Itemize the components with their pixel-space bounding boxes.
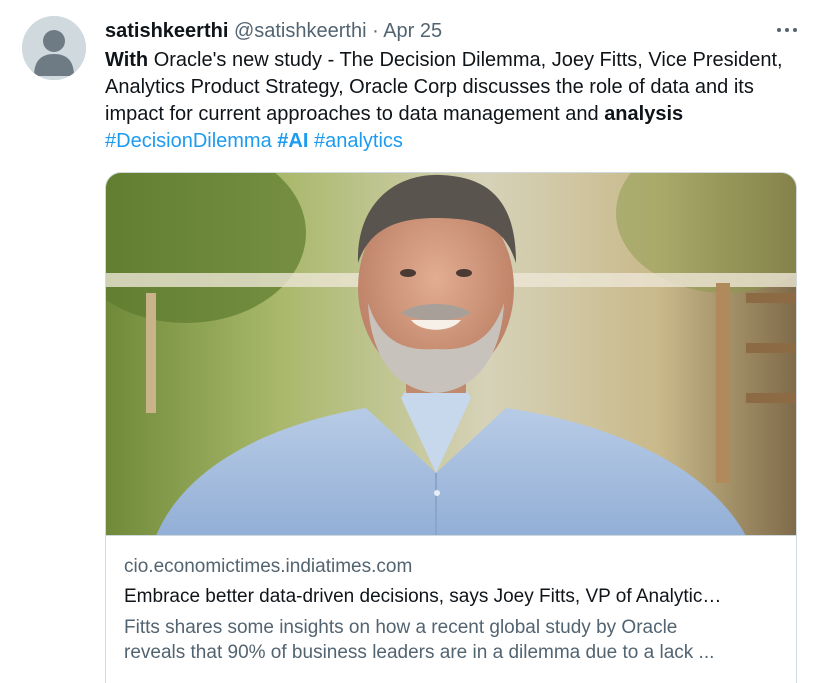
default-avatar-icon [22, 16, 86, 80]
more-options-button[interactable] [773, 18, 801, 42]
tweet-text-bold-lead: With [105, 49, 149, 71]
hashtag-analytics[interactable]: #analytics [314, 130, 403, 152]
tweet-header: satishkeerthi @satishkeerthi · Apr 25 [105, 19, 442, 43]
tweet-text-bold-tail: analysis [604, 103, 684, 125]
card-description-line: Fitts shares some insights on how a rece… [124, 617, 678, 638]
card-description-line: reveals that 90% of business leaders are… [124, 642, 715, 663]
separator-dot: · [372, 20, 379, 42]
card-image[interactable] [106, 173, 796, 536]
user-handle[interactable]: @satishkeerthi [234, 20, 367, 42]
tweet-text: With Oracle's new study - The Decision D… [105, 47, 805, 155]
display-name[interactable]: satishkeerthi [105, 20, 228, 42]
portrait-photo [106, 173, 796, 535]
hashtag-ai[interactable]: #AI [277, 130, 308, 152]
card-title: Embrace better data-driven decisions, sa… [124, 586, 722, 607]
card-description: Fitts shares some insights on how a rece… [124, 615, 784, 665]
hashtag-decisiondilemma[interactable]: #DecisionDilemma [105, 130, 272, 152]
avatar[interactable] [22, 16, 86, 80]
more-horizontal-icon [777, 28, 797, 32]
tweet[interactable]: satishkeerthi @satishkeerthi · Apr 25 Wi… [0, 0, 827, 683]
link-card[interactable]: cio.economictimes.indiatimes.com Embrace… [105, 172, 797, 683]
card-domain: cio.economictimes.indiatimes.com [124, 556, 413, 577]
tweet-date[interactable]: Apr 25 [383, 20, 442, 42]
